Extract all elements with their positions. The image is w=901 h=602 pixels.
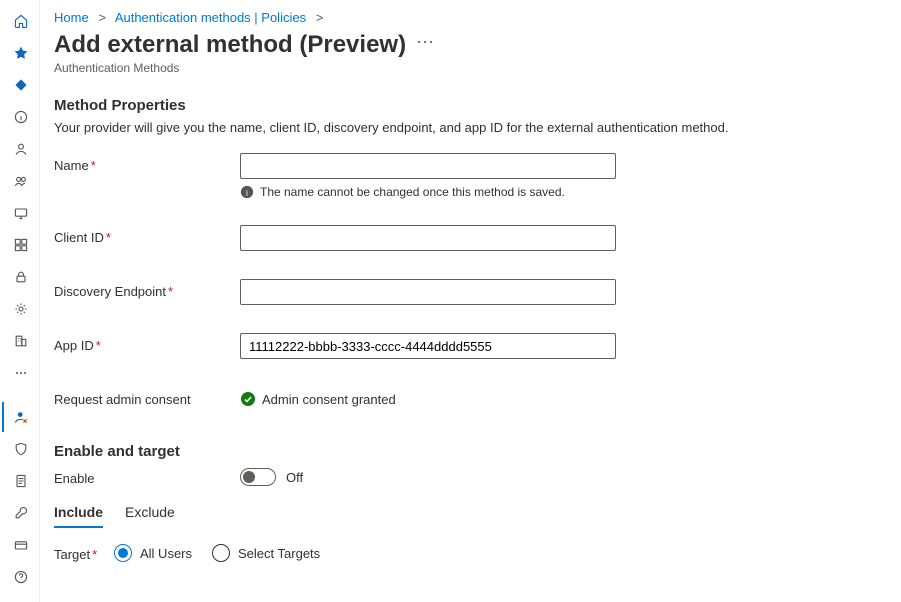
rail-user-icon[interactable] <box>2 134 38 164</box>
enable-toggle-state: Off <box>286 470 303 485</box>
consent-status: Admin consent granted <box>262 392 396 407</box>
rail-diamond-icon[interactable] <box>2 70 38 100</box>
method-properties-desc: Your provider will give you the name, cl… <box>54 120 873 135</box>
rail-lock-icon[interactable] <box>2 262 38 292</box>
rail-apps-icon[interactable] <box>2 230 38 260</box>
tab-include[interactable]: Include <box>54 504 103 528</box>
clientid-input[interactable] <box>240 225 616 251</box>
enable-toggle[interactable] <box>240 468 276 486</box>
info-icon: i <box>240 185 254 199</box>
tab-exclude[interactable]: Exclude <box>125 504 175 528</box>
rail-building-icon[interactable] <box>2 326 38 356</box>
main-content: Home > Authentication methods | Policies… <box>40 0 901 602</box>
name-hint: The name cannot be changed once this met… <box>260 185 565 199</box>
rail-device-icon[interactable] <box>2 198 38 228</box>
rail-wrench-icon[interactable] <box>2 498 38 528</box>
rail-group-icon[interactable] <box>2 166 38 196</box>
left-nav-rail <box>0 0 40 602</box>
radio-all-users[interactable]: All Users <box>114 544 192 562</box>
appid-input[interactable] <box>240 333 616 359</box>
enable-target-heading: Enable and target <box>54 443 873 460</box>
method-properties-heading: Method Properties <box>54 97 873 114</box>
rail-home-icon[interactable] <box>2 6 38 36</box>
radio-icon <box>114 544 132 562</box>
page-subtitle: Authentication Methods <box>54 61 873 75</box>
rail-doc-icon[interactable] <box>2 466 38 496</box>
page-title: Add external method (Preview) <box>54 31 406 59</box>
chevron-right-icon: > <box>98 10 106 25</box>
rail-shield-icon[interactable] <box>2 434 38 464</box>
rail-favorites-icon[interactable] <box>2 38 38 68</box>
consent-label: Request admin consent <box>54 387 240 407</box>
checkmark-circle-icon <box>240 391 256 407</box>
breadcrumb-home[interactable]: Home <box>54 10 89 25</box>
rail-user-admin-icon[interactable] <box>2 402 38 432</box>
rail-help-icon[interactable] <box>2 562 38 592</box>
discovery-input[interactable] <box>240 279 616 305</box>
chevron-right-icon: > <box>316 10 324 25</box>
breadcrumb-policies[interactable]: Authentication methods | Policies <box>115 10 306 25</box>
discovery-label: Discovery Endpoint* <box>54 279 240 299</box>
radio-icon <box>212 544 230 562</box>
name-label: Name* <box>54 153 240 173</box>
more-actions-button[interactable]: ··· <box>416 32 434 56</box>
include-exclude-tabs: Include Exclude <box>54 504 873 528</box>
rail-more-icon[interactable] <box>2 358 38 388</box>
radio-select-targets[interactable]: Select Targets <box>212 544 320 562</box>
rail-gear-icon[interactable] <box>2 294 38 324</box>
target-label: Target* <box>54 542 114 562</box>
enable-label: Enable <box>54 466 240 486</box>
clientid-label: Client ID* <box>54 225 240 245</box>
rail-info-icon[interactable] <box>2 102 38 132</box>
rail-card-icon[interactable] <box>2 530 38 560</box>
appid-label: App ID* <box>54 333 240 353</box>
name-input[interactable] <box>240 153 616 179</box>
breadcrumb: Home > Authentication methods | Policies… <box>54 10 873 25</box>
